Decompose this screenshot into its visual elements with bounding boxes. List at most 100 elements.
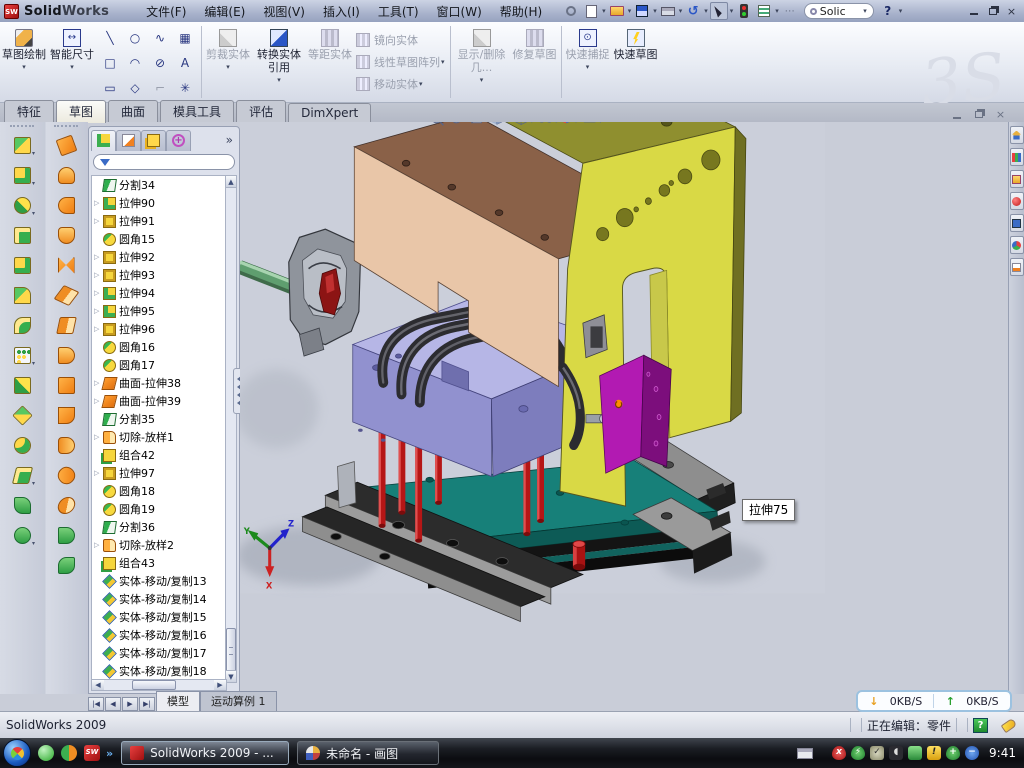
display-delete-relations-button[interactable]: 显示/删除几...▾ <box>454 25 510 99</box>
surfaces-toolbar-icon-7[interactable] <box>53 312 79 338</box>
scrollbar-thumb[interactable] <box>132 680 176 690</box>
green-shield-lightning-icon[interactable]: ⚡ <box>851 746 865 760</box>
mirror-entities-button[interactable]: 镜向实体 <box>356 29 446 51</box>
tree-item[interactable]: 拉伸96 <box>92 320 226 338</box>
selection-tool-icon[interactable]: ▦ <box>173 26 197 50</box>
custom-properties-button[interactable] <box>1010 258 1024 276</box>
tab-mold-tools[interactable]: 模具工具 <box>160 100 234 122</box>
antivirus-red-shield-icon[interactable]: x <box>832 746 846 760</box>
appearances-button[interactable] <box>1010 236 1024 254</box>
features-toolbar-icon-2[interactable]: ▾ <box>9 162 35 188</box>
surfaces-toolbar-icon-3[interactable] <box>53 192 79 218</box>
linear-sketch-pattern-button[interactable]: 线性草图阵列▾ <box>356 51 446 73</box>
features-toolbar-icon-10[interactable] <box>9 402 35 428</box>
toolbar-more-icon[interactable]: ⋯ <box>781 2 799 20</box>
dimxpertmanager-tab[interactable]: + <box>166 130 191 151</box>
features-toolbar-icon-3[interactable]: ▾ <box>9 192 35 218</box>
scroll-up-icon[interactable]: ▲ <box>226 176 236 188</box>
stop-pin-red-cylinder[interactable] <box>573 541 585 571</box>
trim-entities-button[interactable]: 剪裁实体▾ <box>205 25 251 99</box>
scroll-down-icon[interactable]: ▼ <box>226 670 236 682</box>
open-icon[interactable] <box>608 2 626 20</box>
repair-sketch-button[interactable]: 修复草图 <box>512 25 558 99</box>
start-button[interactable] <box>3 739 31 767</box>
features-toolbar-icon-8[interactable]: ▾ <box>9 342 35 368</box>
tree-item[interactable]: 圆角16 <box>92 338 226 356</box>
design-library-button[interactable] <box>1010 148 1024 166</box>
tree-item[interactable]: 分割35 <box>92 410 226 428</box>
search-input[interactable]: Solic ▾ <box>804 3 874 19</box>
doc-restore-icon[interactable] <box>970 107 987 122</box>
tree-item[interactable]: 圆角18 <box>92 482 226 500</box>
move-entities-button[interactable]: 移动实体▾ <box>356 73 446 95</box>
print-icon[interactable] <box>659 2 677 20</box>
design-checker-icon[interactable] <box>755 2 773 20</box>
surfaces-toolbar-icon-11[interactable] <box>53 432 79 458</box>
doc-minimize-icon[interactable] <box>948 107 965 122</box>
tab-sketch[interactable]: 草图 <box>56 100 106 123</box>
tab-evaluate[interactable]: 评估 <box>236 100 286 122</box>
arc-tool-icon[interactable]: ◠ <box>123 51 147 75</box>
features-toolbar-icon-5[interactable] <box>9 252 35 278</box>
quick-launch-chevron-icon[interactable]: » <box>106 747 113 760</box>
tree-item[interactable]: 组合42 <box>92 446 226 464</box>
featuremanager-tab[interactable] <box>91 130 116 151</box>
tree-item[interactable]: 拉伸95 <box>92 302 226 320</box>
tree-item[interactable]: 切除-放样2 <box>92 536 226 554</box>
tree-item[interactable]: 拉伸92 <box>92 248 226 266</box>
tab-scroll-first-icon[interactable]: |◀ <box>88 697 104 711</box>
surfaces-toolbar-icon-1[interactable] <box>53 132 79 158</box>
propertymanager-tab[interactable] <box>116 130 141 151</box>
tree-item[interactable]: 曲面-拉伸38 <box>92 374 226 392</box>
menu-insert[interactable]: 插入(I) <box>314 1 369 22</box>
tree-vertical-scrollbar[interactable]: ▲ ▼ <box>225 175 237 683</box>
spline-tool-icon[interactable]: ∿ <box>148 26 172 50</box>
toolbar-grip[interactable] <box>54 125 78 128</box>
new-document-icon[interactable] <box>582 2 600 20</box>
undo-icon[interactable]: ↺ <box>684 2 702 20</box>
features-toolbar-icon-7[interactable] <box>9 312 35 338</box>
sketch-button[interactable]: 草图绘制▾ <box>1 25 47 99</box>
input-keyboard-icon[interactable] <box>797 748 813 759</box>
features-toolbar-icon-14[interactable]: ▾ <box>9 522 35 548</box>
tab-features[interactable]: 特征 <box>4 100 54 122</box>
toolbar-grip[interactable] <box>10 125 34 128</box>
smart-dimension-button[interactable]: ↔ 智能尺寸▾ <box>49 25 95 99</box>
menu-view[interactable]: 视图(V) <box>254 1 314 22</box>
blue-sync-minus-icon[interactable]: − <box>965 746 979 760</box>
polygon-tool-icon[interactable]: ◇ <box>123 76 147 100</box>
circle-tool-icon[interactable]: ○ <box>123 26 147 50</box>
scrollbar-thumb[interactable] <box>226 628 236 672</box>
surfaces-toolbar-icon-10[interactable] <box>53 402 79 428</box>
tree-item[interactable]: 分割36 <box>92 518 226 536</box>
rectangle-tool-icon[interactable]: □ <box>98 51 122 75</box>
tree-item[interactable]: 实体-移动/复制14 <box>92 590 226 608</box>
sketch-fillet-tool-icon[interactable]: ⌐ <box>148 76 172 100</box>
tag-icon[interactable] <box>1001 717 1018 732</box>
tree-item[interactable]: 实体-移动/复制17 <box>92 644 226 662</box>
tree-item[interactable]: 拉伸91 <box>92 212 226 230</box>
taskbar-window-solidworks[interactable]: SolidWorks 2009 - ... <box>121 741 289 765</box>
quick-launch-messenger-icon[interactable] <box>38 745 54 761</box>
view-palette-button[interactable] <box>1010 214 1024 232</box>
tab-scroll-prev-icon[interactable]: ◀ <box>105 697 121 711</box>
motion-study-tab[interactable]: 运动算例 1 <box>200 691 277 711</box>
extrude75-block[interactable] <box>600 355 672 473</box>
surfaces-toolbar-icon-6[interactable] <box>53 282 79 308</box>
tab-scroll-last-icon[interactable]: ▶| <box>139 697 155 711</box>
tab-scroll-next-icon[interactable]: ▶ <box>122 697 138 711</box>
tree-item[interactable]: 实体-移动/复制16 <box>92 626 226 644</box>
tree-horizontal-scrollbar[interactable]: ◀ ▶ <box>91 679 227 691</box>
tree-item[interactable]: 拉伸93 <box>92 266 226 284</box>
tree-item[interactable]: 拉伸97 <box>92 464 226 482</box>
tree-item[interactable]: 实体-移动/复制15 <box>92 608 226 626</box>
close-icon[interactable]: × <box>1003 4 1020 19</box>
minimize-icon[interactable] <box>965 4 982 19</box>
scroll-left-icon[interactable]: ◀ <box>92 680 104 690</box>
menu-file[interactable]: 文件(F) <box>137 1 195 22</box>
surfaces-toolbar-icon-9[interactable] <box>53 372 79 398</box>
taskbar-clock[interactable]: 9:41 <box>989 746 1016 760</box>
tree-item[interactable]: 圆角19 <box>92 500 226 518</box>
panel-chevron-icon[interactable]: » <box>226 133 233 147</box>
offset-entities-button[interactable]: 等距实体 <box>307 25 353 99</box>
